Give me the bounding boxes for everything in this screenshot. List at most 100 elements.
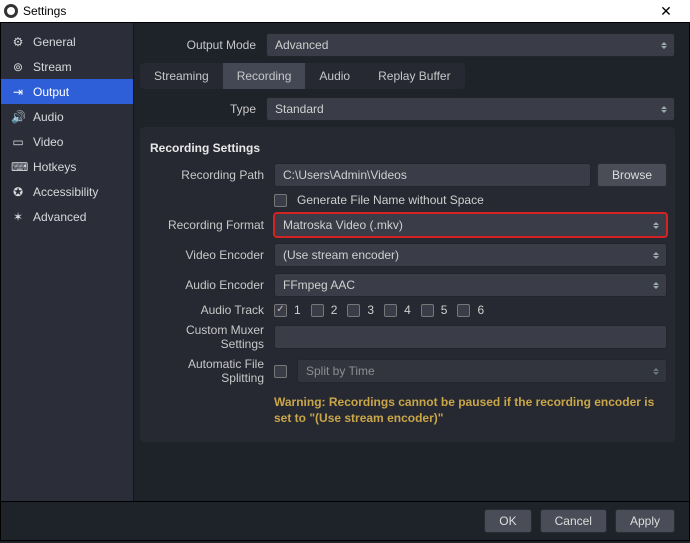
- window-title: Settings: [23, 4, 66, 18]
- video-encoder-row: Video Encoder (Use stream encoder): [148, 243, 667, 267]
- sidebar-item-label: Accessibility: [33, 185, 98, 199]
- recording-settings-panel: Recording Settings Recording Path C:\Use…: [140, 127, 675, 442]
- track-1-label: 1: [294, 303, 301, 317]
- split-row: Automatic File Splitting Split by Time: [148, 357, 667, 385]
- tab-streaming[interactable]: Streaming: [140, 63, 223, 89]
- audio-track-label: Audio Track: [148, 303, 274, 317]
- type-value: Standard: [275, 102, 324, 116]
- recording-path-input[interactable]: C:\Users\Admin\Videos: [274, 163, 591, 187]
- type-dropdown[interactable]: Standard: [266, 97, 675, 121]
- section-title: Recording Settings: [150, 141, 667, 155]
- track-1-checkbox[interactable]: [274, 304, 287, 317]
- gen-filename-row: Generate File Name without Space: [148, 193, 667, 207]
- sidebar-item-hotkeys[interactable]: ⌨ Hotkeys: [1, 154, 133, 179]
- sidebar-item-general[interactable]: ⚙ General: [1, 29, 133, 54]
- output-mode-dropdown[interactable]: Advanced: [266, 33, 675, 57]
- apply-button[interactable]: Apply: [615, 509, 675, 533]
- video-encoder-dropdown[interactable]: (Use stream encoder): [274, 243, 667, 267]
- content: ⚙ General ⊚ Stream ⇥ Output 🔊 Audio ▭ Vi…: [0, 22, 690, 501]
- video-encoder-label: Video Encoder: [148, 248, 274, 262]
- chevron-updown-icon: [658, 101, 670, 117]
- recording-path-value: C:\Users\Admin\Videos: [283, 168, 407, 182]
- track-6: 6: [457, 303, 484, 317]
- ok-button[interactable]: OK: [484, 509, 531, 533]
- output-subtabs: Streaming Recording Audio Replay Buffer: [140, 63, 465, 89]
- output-mode-value: Advanced: [275, 38, 328, 52]
- type-label: Type: [140, 102, 266, 116]
- output-icon: ⇥: [11, 85, 25, 99]
- recording-format-label: Recording Format: [148, 218, 274, 232]
- chevron-updown-icon: [650, 363, 662, 379]
- split-mode-dropdown[interactable]: Split by Time: [297, 359, 667, 383]
- track-4-checkbox[interactable]: [384, 304, 397, 317]
- track-3: 3: [347, 303, 374, 317]
- recording-format-row: Recording Format Matroska Video (.mkv): [148, 213, 667, 237]
- sidebar: ⚙ General ⊚ Stream ⇥ Output 🔊 Audio ▭ Vi…: [1, 23, 134, 501]
- track-2-label: 2: [331, 303, 338, 317]
- gen-filename-checkbox[interactable]: [274, 194, 287, 207]
- audio-track-row: Audio Track 1 2 3 4 5 6: [148, 303, 667, 317]
- track-5: 5: [421, 303, 448, 317]
- track-6-checkbox[interactable]: [457, 304, 470, 317]
- split-checkbox[interactable]: [274, 365, 287, 378]
- tab-recording[interactable]: Recording: [223, 63, 306, 89]
- split-label: Automatic File Splitting: [148, 357, 274, 385]
- speaker-icon: 🔊: [11, 110, 25, 124]
- sidebar-item-label: General: [33, 35, 76, 49]
- track-6-label: 6: [477, 303, 484, 317]
- broadcast-icon: ⊚: [11, 60, 25, 74]
- sidebar-item-output[interactable]: ⇥ Output: [1, 79, 133, 104]
- sidebar-item-label: Video: [33, 135, 63, 149]
- browse-button[interactable]: Browse: [597, 163, 667, 187]
- track-2: 2: [311, 303, 338, 317]
- sidebar-item-audio[interactable]: 🔊 Audio: [1, 104, 133, 129]
- track-5-label: 5: [441, 303, 448, 317]
- keyboard-icon: ⌨: [11, 160, 25, 174]
- output-mode-row: Output Mode Advanced: [140, 33, 675, 57]
- track-1: 1: [274, 303, 301, 317]
- sidebar-item-advanced[interactable]: ✶ Advanced: [1, 204, 133, 229]
- dialog-footer: OK Cancel Apply: [0, 501, 690, 541]
- cancel-button[interactable]: Cancel: [540, 509, 607, 533]
- type-row: Type Standard: [140, 97, 675, 121]
- muxer-label: Custom Muxer Settings: [148, 323, 274, 351]
- audio-encoder-value: FFmpeg AAC: [283, 278, 355, 292]
- track-3-checkbox[interactable]: [347, 304, 360, 317]
- main-panel: Output Mode Advanced Streaming Recording…: [134, 23, 689, 501]
- sidebar-item-label: Stream: [33, 60, 72, 74]
- recording-path-label: Recording Path: [148, 168, 274, 182]
- close-icon[interactable]: ✕: [646, 3, 686, 20]
- sidebar-item-label: Advanced: [33, 210, 86, 224]
- gen-filename-label: Generate File Name without Space: [297, 193, 484, 207]
- chevron-updown-icon: [650, 217, 662, 233]
- sidebar-item-label: Hotkeys: [33, 160, 76, 174]
- track-5-checkbox[interactable]: [421, 304, 434, 317]
- audio-encoder-dropdown[interactable]: FFmpeg AAC: [274, 273, 667, 297]
- tab-replay-buffer[interactable]: Replay Buffer: [364, 63, 465, 89]
- gear-icon: ⚙: [11, 35, 25, 49]
- audio-track-group: 1 2 3 4 5 6: [274, 303, 667, 317]
- chevron-updown-icon: [650, 247, 662, 263]
- muxer-row: Custom Muxer Settings: [148, 323, 667, 351]
- output-mode-label: Output Mode: [140, 38, 266, 52]
- monitor-icon: ▭: [11, 135, 25, 149]
- tools-icon: ✶: [11, 210, 25, 224]
- muxer-input[interactable]: [274, 325, 667, 349]
- chevron-updown-icon: [650, 277, 662, 293]
- sidebar-item-accessibility[interactable]: ✪ Accessibility: [1, 179, 133, 204]
- sidebar-item-label: Output: [33, 85, 69, 99]
- recording-format-dropdown[interactable]: Matroska Video (.mkv): [274, 213, 667, 237]
- track-4-label: 4: [404, 303, 411, 317]
- app-icon: [4, 4, 18, 18]
- tab-audio[interactable]: Audio: [305, 63, 364, 89]
- track-2-checkbox[interactable]: [311, 304, 324, 317]
- accessibility-icon: ✪: [11, 185, 25, 199]
- audio-encoder-row: Audio Encoder FFmpeg AAC: [148, 273, 667, 297]
- sidebar-item-video[interactable]: ▭ Video: [1, 129, 133, 154]
- split-mode-value: Split by Time: [306, 364, 375, 378]
- audio-encoder-label: Audio Encoder: [148, 278, 274, 292]
- recording-format-value: Matroska Video (.mkv): [283, 218, 403, 232]
- track-3-label: 3: [367, 303, 374, 317]
- sidebar-item-stream[interactable]: ⊚ Stream: [1, 54, 133, 79]
- titlebar: Settings ✕: [0, 0, 690, 22]
